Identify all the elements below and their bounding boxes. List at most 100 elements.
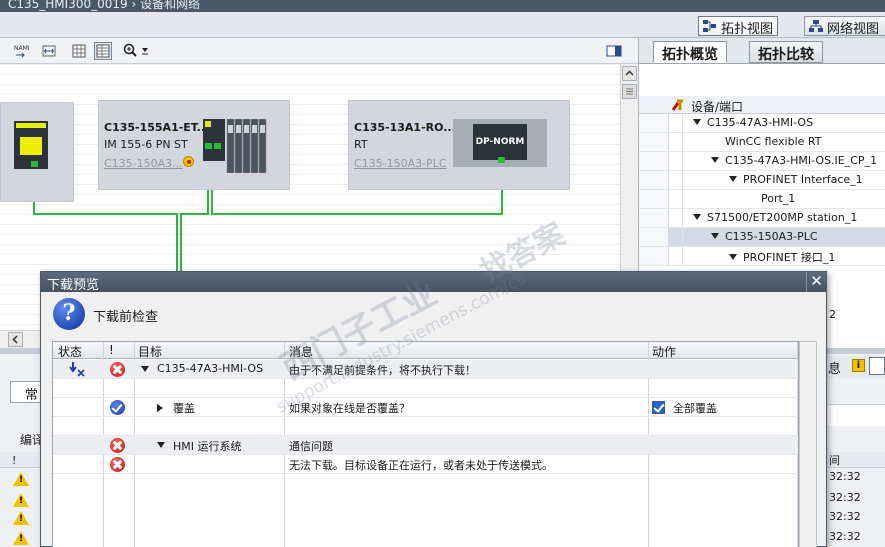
message-cell: 无法下载。目标设备正在运行，或者未处于传送模式。 bbox=[289, 459, 553, 472]
scroll-left-button[interactable] bbox=[8, 332, 23, 347]
zoom-button[interactable] bbox=[122, 42, 152, 60]
expand-down-icon[interactable] bbox=[729, 176, 737, 182]
tree-row[interactable]: C135-47A3-HMI-OS.IE_CP_1 bbox=[639, 152, 885, 171]
tree-row-label: S71500/ET200MP station_1 bbox=[707, 211, 858, 224]
close-icon: ✕ bbox=[810, 272, 823, 290]
action-cell: 全部覆盖 bbox=[673, 402, 717, 415]
table-row[interactable] bbox=[53, 417, 798, 436]
download-preview-dialog: 下载预览 ✕ ? 下载前检查 状态 ! 目标 消息 动作 C135-47A3-H… bbox=[40, 217, 827, 547]
show-names-button[interactable]: NAME bbox=[12, 42, 32, 60]
device-plc-link[interactable]: C135-150A3... bbox=[104, 157, 183, 170]
tree-row[interactable]: PROFINET 接口_1 bbox=[639, 247, 885, 266]
column-action[interactable]: 动作 bbox=[652, 343, 676, 360]
expand-down-icon[interactable] bbox=[711, 157, 719, 163]
tree-row[interactable]: WinCC flexible RT bbox=[639, 133, 885, 152]
device-plc[interactable]: C135-13A1-RO... RT C135-150A3-PLC DP-NOR… bbox=[348, 100, 570, 190]
column-bang[interactable]: ! bbox=[109, 343, 114, 357]
panel-toggle-button[interactable] bbox=[605, 42, 623, 60]
device-module bbox=[14, 121, 48, 169]
tree-row[interactable]: Port_1 bbox=[639, 190, 885, 209]
tree-row-label: PROFINET Interface_1 bbox=[743, 173, 863, 186]
chevron-left-icon bbox=[12, 335, 18, 344]
time-cell: 32:32 bbox=[829, 470, 861, 483]
download-cancel-icon bbox=[69, 362, 85, 377]
tree-row-label: C135-47A3-HMI-OS bbox=[707, 116, 814, 129]
tree-row[interactable]: PROFINET Interface_1 bbox=[639, 171, 885, 190]
port-icon[interactable] bbox=[31, 161, 38, 167]
tab-network-view-label: 网络视图 bbox=[827, 22, 880, 37]
expand-down-icon[interactable] bbox=[157, 442, 165, 448]
table-row[interactable]: 覆盖 如果对象在线是否覆盖？ 全部覆盖 bbox=[53, 398, 798, 417]
scroll-thumb[interactable] bbox=[622, 84, 637, 99]
chevron-up-icon bbox=[625, 70, 634, 76]
panel-icon bbox=[606, 45, 622, 57]
device-plc-link[interactable]: C135-150A3-PLC bbox=[354, 157, 447, 170]
tia-portal-window: C135_HMI300_0019 › 设备和网络 拓扑视图 网络视图 NAME bbox=[0, 0, 885, 547]
table-row[interactable]: C135-47A3-HMI-OS 由于不满足前提条件，将不执行下载！ bbox=[53, 360, 798, 379]
view-tab-bar: 拓扑视图 网络视图 bbox=[0, 12, 885, 38]
tree-row-label: C135-47A3-HMI-OS.IE_CP_1 bbox=[725, 154, 878, 167]
overwrite-all-checkbox[interactable] bbox=[652, 401, 665, 414]
close-button[interactable]: ✕ bbox=[806, 272, 826, 292]
warning-icon: ! bbox=[13, 493, 29, 507]
device-et200sp[interactable]: C135-155A1-ET... IM 155-6 PN ST C135-150… bbox=[98, 100, 290, 190]
message-cell: 通信问题 bbox=[289, 440, 333, 453]
warning-icon: ! bbox=[13, 531, 29, 545]
column-status[interactable]: 状态 bbox=[58, 343, 82, 360]
time-cell: 32:32 bbox=[829, 510, 861, 523]
expand-down-icon[interactable] bbox=[693, 214, 701, 220]
scroll-up-button[interactable] bbox=[622, 66, 637, 81]
expand-right-icon[interactable] bbox=[157, 404, 163, 412]
expand-down-icon[interactable] bbox=[711, 233, 719, 239]
expand-down-icon[interactable] bbox=[141, 366, 149, 372]
overview-tab-bar: 拓扑概览 拓扑比较 bbox=[639, 38, 885, 64]
table-row[interactable] bbox=[53, 379, 798, 398]
table-scrollbar[interactable] bbox=[799, 341, 817, 547]
target-cell: HMI 运行系统 bbox=[173, 440, 242, 453]
port-icon[interactable] bbox=[498, 157, 505, 163]
info-tab-label[interactable]: 息 bbox=[828, 358, 841, 377]
warning-dot-icon bbox=[183, 156, 194, 167]
overview-column-header: 设备/端口 bbox=[639, 96, 885, 114]
tab-general[interactable]: 常 bbox=[10, 381, 44, 403]
error-icon bbox=[110, 457, 125, 472]
diagnostics-tab[interactable] bbox=[869, 357, 885, 375]
expand-down-icon[interactable] bbox=[729, 254, 737, 260]
tree-row[interactable]: C135-47A3-HMI-OS bbox=[639, 114, 885, 133]
tree-row-label: WinCC flexible RT bbox=[725, 135, 822, 148]
tab-topology-view[interactable]: 拓扑视图 bbox=[698, 16, 779, 37]
target-cell: C135-47A3-HMI-OS bbox=[157, 362, 264, 375]
expand-down-icon[interactable] bbox=[693, 119, 701, 125]
arrows-horizontal-icon bbox=[42, 45, 56, 57]
tab-topology-compare[interactable]: 拓扑比较 bbox=[749, 41, 823, 63]
window-title: C135_HMI300_0019 › 设备和网络 bbox=[8, 0, 201, 11]
table-row[interactable]: 无法下载。目标设备正在运行，或者未处于传送模式。 bbox=[53, 455, 798, 474]
canvas-toolbar: NAME bbox=[0, 38, 640, 64]
grid-icon bbox=[72, 44, 86, 58]
tree-row[interactable]: S71500/ET200MP station_1 bbox=[639, 209, 885, 228]
time-cell: 32:32 bbox=[829, 530, 861, 543]
fit-width-button[interactable] bbox=[40, 42, 58, 60]
warning-icon: ! bbox=[13, 511, 29, 525]
ok-check-icon bbox=[110, 400, 125, 415]
grid-view-button[interactable] bbox=[70, 42, 88, 60]
title-bar: C135_HMI300_0019 › 设备和网络 bbox=[0, 0, 885, 12]
question-icon: ? bbox=[53, 298, 85, 330]
dp-norm-module: DP-NORM bbox=[473, 124, 527, 160]
error-icon bbox=[110, 362, 125, 377]
device-partial-left[interactable] bbox=[0, 102, 74, 202]
network-icon bbox=[809, 20, 823, 32]
tree-row[interactable]: C135-150A3-PLC bbox=[639, 228, 885, 247]
table-row[interactable]: HMI 运行系统 通信问题 bbox=[53, 436, 798, 455]
info-icon[interactable]: i bbox=[852, 359, 865, 372]
column-target[interactable]: 目标 bbox=[138, 343, 162, 360]
device-type: RT bbox=[354, 138, 368, 151]
tab-network-view[interactable]: 网络视图 bbox=[804, 16, 885, 37]
tab-topology-view-label: 拓扑视图 bbox=[721, 22, 774, 37]
check-results-table: 状态 ! 目标 消息 动作 C135-47A3-HMI-OS 由于不满足前提条件，… bbox=[52, 341, 799, 547]
tab-topology-overview[interactable]: 拓扑概览 bbox=[653, 41, 727, 63]
column-time: 间 bbox=[829, 454, 840, 467]
tree-row-label: Port_1 bbox=[761, 192, 796, 205]
table-view-button[interactable] bbox=[94, 42, 112, 60]
table-icon bbox=[96, 44, 110, 58]
